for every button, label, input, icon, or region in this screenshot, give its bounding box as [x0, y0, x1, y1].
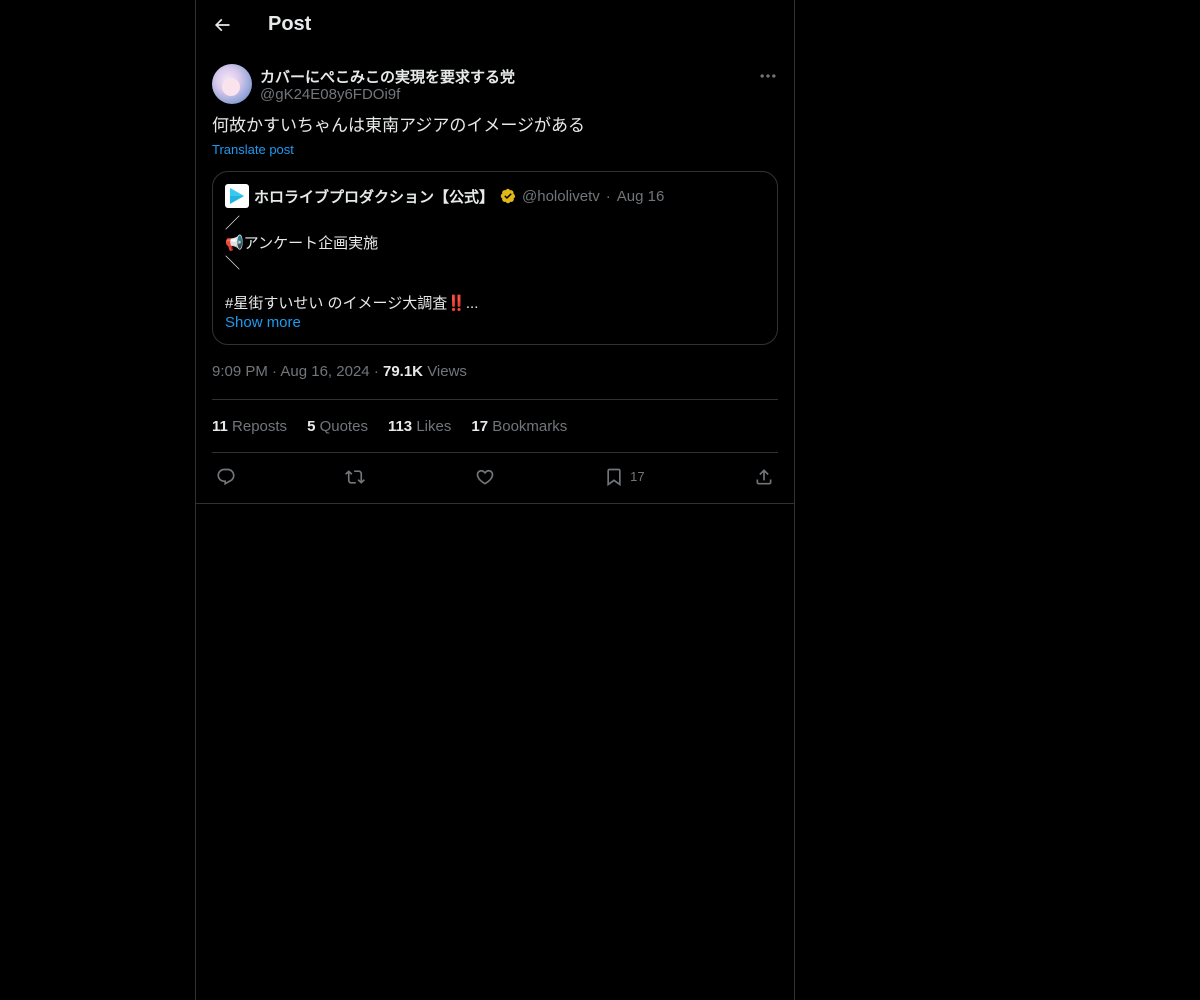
separator-dot: ·: [373, 363, 383, 380]
share-button[interactable]: [754, 467, 774, 487]
back-arrow-icon: [214, 18, 230, 32]
quoted-post-header: ホロライブプロダクション【公式】 @hololivetv · Aug 16: [225, 184, 765, 208]
bookmarks-label: Bookmarks: [492, 417, 568, 435]
bookmarks-stat[interactable]: 17 Bookmarks: [471, 418, 567, 435]
quoted-text-line: 📢アンケート企画実施: [225, 235, 379, 252]
quoted-text-line: [225, 274, 765, 294]
views-count: 79.1K: [382, 363, 424, 380]
post-time[interactable]: 9:09 PM: [212, 363, 268, 380]
show-more-link[interactable]: Show more: [225, 314, 301, 331]
quoted-post-date[interactable]: Aug 16: [617, 188, 665, 205]
reply-icon: [217, 468, 235, 485]
post-date[interactable]: Aug 16, 2024: [280, 363, 369, 380]
reposts-count: 11: [212, 417, 228, 435]
separator-dot: ·: [605, 187, 611, 205]
like-icon: [476, 469, 494, 485]
repost-button[interactable]: [345, 467, 366, 487]
bookmark-count: 17: [630, 469, 645, 484]
repost-icon: [345, 469, 366, 484]
quoted-author-name[interactable]: ホロライブプロダクション【公式】: [254, 186, 494, 207]
author-name[interactable]: カバーにぺこみこの実現を要求する党: [260, 66, 515, 87]
views-label: Views: [427, 363, 467, 380]
action-bar: 17: [212, 453, 778, 500]
reply-button[interactable]: [216, 467, 236, 487]
post: カバーにぺこみこの実現を要求する党 @gK24E08y6FDOi9f 何故かすい…: [196, 64, 794, 500]
avatar[interactable]: [212, 64, 252, 104]
share-icon: [756, 468, 772, 484]
top-bar: Post: [196, 0, 794, 54]
quoted-post-body: ／ 📢アンケート企画実施 ＼ #星街すいせい のイメージ大調査‼️...: [225, 214, 765, 314]
quoted-post[interactable]: ホロライブプロダクション【公式】 @hololivetv · Aug 16 ／ …: [212, 171, 778, 345]
reposts-stat[interactable]: 11 Reposts: [212, 418, 287, 435]
quotes-stat[interactable]: 5 Quotes: [307, 418, 368, 435]
likes-stat[interactable]: 113 Likes: [388, 418, 451, 435]
quoted-text-line: #星街すいせい のイメージ大調査‼️...: [225, 295, 479, 312]
quoted-text-line: ＼: [225, 255, 241, 272]
reposts-label: Reposts: [232, 417, 288, 435]
post-meta: 9:09 PM · Aug 16, 2024 · 79.1K Views: [212, 363, 778, 383]
quoted-author-handle[interactable]: @hololivetv: [522, 188, 600, 205]
author-handle[interactable]: @gK24E08y6FDOi9f: [260, 86, 400, 103]
engagement-stats: 11 Reposts 5 Quotes 113 Likes 17 Bookmar…: [212, 400, 778, 452]
bookmark-button[interactable]: 17: [604, 467, 645, 487]
quotes-label: Quotes: [319, 417, 368, 435]
main-column: Post カバーにぺこみこの実現を要求する党 @gK24E08y6FDOi9f …: [195, 0, 795, 1000]
quoted-avatar[interactable]: [225, 184, 249, 208]
likes-label: Likes: [416, 417, 452, 435]
likes-count: 113: [387, 417, 413, 435]
translate-post-link[interactable]: Translate post: [212, 142, 294, 157]
verified-badge-icon: [500, 188, 516, 204]
quotes-count: 5: [307, 417, 316, 435]
play-logo-icon: [230, 188, 244, 204]
page-title: Post: [268, 13, 312, 35]
author-row: カバーにぺこみこの実現を要求する党 @gK24E08y6FDOi9f: [212, 64, 778, 118]
more-dots-icon: [760, 74, 776, 78]
bookmarks-count: 17: [471, 417, 489, 435]
quoted-text-line: ／: [225, 215, 241, 232]
like-button[interactable]: [475, 467, 495, 487]
divider: [196, 503, 794, 504]
bookmark-icon: [607, 468, 621, 486]
more-options-button[interactable]: [758, 66, 778, 86]
back-button[interactable]: [212, 15, 236, 39]
